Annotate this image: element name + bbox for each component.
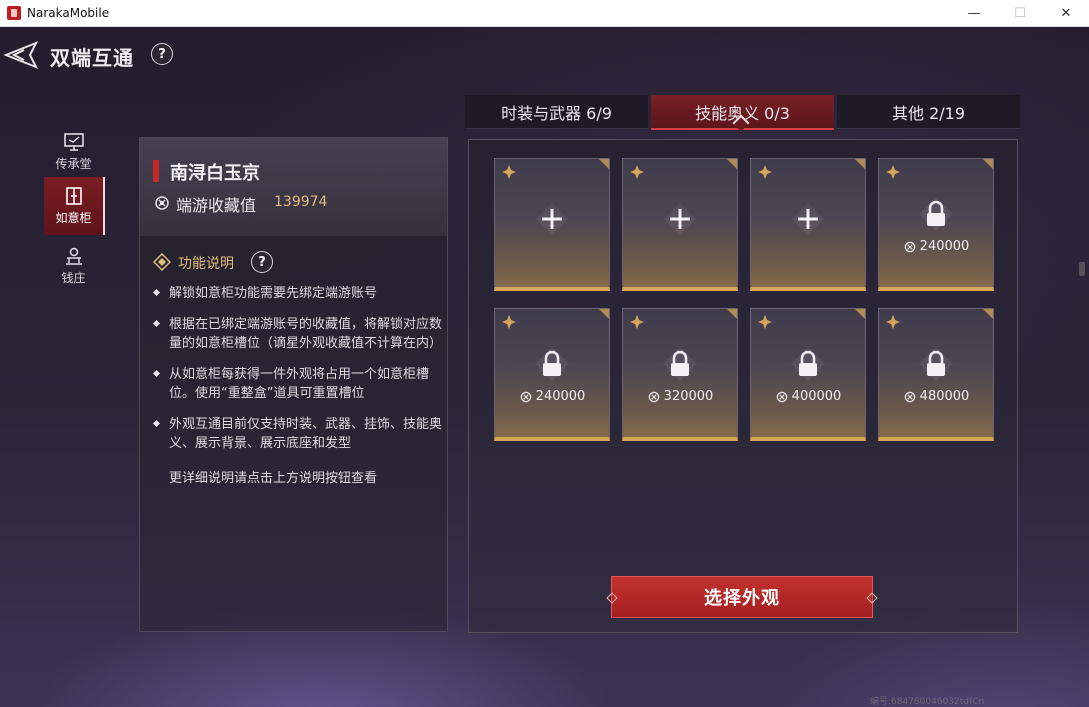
slot-empty[interactable] bbox=[494, 158, 610, 291]
nav-label: 传承堂 bbox=[55, 157, 92, 171]
slot-locked[interactable]: 320000 bbox=[622, 308, 738, 441]
detail-note: 更详细说明请点击上方说明按钮查看 bbox=[169, 471, 378, 486]
side-handle[interactable] bbox=[1079, 262, 1085, 276]
corner-ornament bbox=[855, 159, 865, 169]
star-corner-icon bbox=[630, 315, 644, 329]
slot-locked[interactable]: 400000 bbox=[750, 308, 866, 441]
help-button[interactable]: ? bbox=[151, 43, 173, 65]
app-icon bbox=[7, 6, 21, 20]
lock-icon bbox=[919, 197, 953, 231]
unlock-cost-value: 320000 bbox=[663, 389, 714, 404]
diamond-icon bbox=[153, 253, 171, 271]
lock-icon bbox=[663, 347, 697, 381]
page-title: 双端互通 bbox=[50, 46, 134, 70]
select-appearance-label: 选择外观 bbox=[704, 588, 780, 609]
collection-icon bbox=[776, 391, 787, 402]
nav-label: 如意柜 bbox=[55, 211, 92, 225]
collection-label: 端游收藏值 bbox=[176, 196, 257, 215]
player-name: 南浔白玉京 bbox=[170, 163, 260, 184]
select-appearance-button[interactable]: 选择外观 bbox=[606, 576, 878, 618]
nav-item-bank[interactable]: 钱庄 bbox=[44, 237, 103, 295]
star-corner-icon bbox=[758, 315, 772, 329]
unlock-cost: 240000 bbox=[879, 239, 993, 254]
corner-ornament bbox=[727, 159, 737, 169]
close-button[interactable]: ✕ bbox=[1043, 0, 1089, 26]
nav-item-ruyi-cabinet[interactable]: 如意柜 bbox=[44, 177, 105, 235]
unlock-cost-value: 240000 bbox=[535, 389, 586, 404]
description-item: 外观互通目前仅支持时装、武器、挂饰、技能奥义、展示背景、展示底座和发型 bbox=[153, 415, 443, 453]
unlock-cost: 480000 bbox=[879, 389, 993, 404]
unlock-cost-value: 240000 bbox=[919, 239, 970, 254]
bank-icon bbox=[65, 247, 82, 265]
star-corner-icon bbox=[886, 315, 900, 329]
nav-item-inheritance-hall[interactable]: 传承堂 bbox=[44, 123, 103, 181]
collection-icon bbox=[155, 196, 169, 210]
add-icon bbox=[664, 203, 696, 235]
description-item: 解锁如意柜功能需要先绑定端游账号 bbox=[153, 284, 443, 303]
unlock-cost-value: 400000 bbox=[791, 389, 842, 404]
slot-empty[interactable] bbox=[750, 158, 866, 291]
star-corner-icon bbox=[502, 165, 516, 179]
collection-icon bbox=[904, 391, 915, 402]
lock-icon bbox=[919, 347, 953, 381]
description-item: 从如意柜每获得一件外观将占用一个如意柜槽位。使用“重整盒”道具可重置槽位 bbox=[153, 365, 443, 403]
slot-locked[interactable]: 240000 bbox=[878, 158, 994, 291]
function-description: 解锁如意柜功能需要先绑定端游账号 根据在已绑定端游账号的收藏值，将解锁对应数量的… bbox=[153, 284, 443, 488]
add-icon bbox=[536, 203, 568, 235]
maximize-button[interactable]: ☐ bbox=[997, 0, 1043, 26]
game-scene: 双端互通 ? 传承堂 如意柜 钱庄 南浔白玉京 端游收藏值 139974 功能说… bbox=[0, 27, 1089, 707]
add-icon bbox=[792, 203, 824, 235]
star-corner-icon bbox=[886, 165, 900, 179]
unlock-cost-value: 480000 bbox=[919, 389, 970, 404]
function-help-button[interactable]: ? bbox=[251, 251, 273, 273]
collection-icon bbox=[520, 391, 531, 402]
star-corner-icon bbox=[630, 165, 644, 179]
back-arrow-icon[interactable] bbox=[2, 40, 38, 70]
corner-ornament bbox=[855, 309, 865, 319]
corner-ornament bbox=[599, 159, 609, 169]
lock-icon bbox=[535, 347, 569, 381]
window-title-bar: NarakaMobile — ☐ ✕ bbox=[0, 0, 1089, 27]
slot-locked[interactable]: 480000 bbox=[878, 308, 994, 441]
minimize-button[interactable]: — bbox=[951, 0, 997, 26]
tab-others[interactable]: 其他 2/19 bbox=[837, 95, 1020, 129]
monitor-icon bbox=[63, 133, 84, 151]
watermark-id: 编号:684780046032tdfCn bbox=[870, 697, 985, 707]
corner-ornament bbox=[983, 159, 993, 169]
nav-label: 钱庄 bbox=[61, 271, 86, 285]
tab-skill-ultimate[interactable]: 技能奥义 0/3 bbox=[651, 95, 834, 130]
accent-bar bbox=[153, 160, 159, 182]
collection-icon bbox=[648, 391, 659, 402]
info-panel: 南浔白玉京 端游收藏值 139974 功能说明 ? 解锁如意柜功能需要先绑定端游… bbox=[139, 137, 448, 632]
corner-ornament bbox=[599, 309, 609, 319]
unlock-cost: 320000 bbox=[623, 389, 737, 404]
profile-header: 南浔白玉京 端游收藏值 139974 bbox=[140, 138, 447, 236]
cabinet-icon bbox=[65, 187, 82, 205]
slot-empty[interactable] bbox=[622, 158, 738, 291]
star-corner-icon bbox=[502, 315, 516, 329]
window-title: NarakaMobile bbox=[27, 6, 110, 20]
description-item: 根据在已绑定端游账号的收藏值，将解锁对应数量的如意柜槽位（谪星外观收藏值不计算在… bbox=[153, 315, 443, 353]
unlock-cost: 400000 bbox=[751, 389, 865, 404]
corner-ornament bbox=[727, 309, 737, 319]
collection-icon bbox=[904, 241, 915, 252]
slot-locked[interactable]: 240000 bbox=[494, 308, 610, 441]
collection-value: 139974 bbox=[274, 194, 328, 210]
star-corner-icon bbox=[758, 165, 772, 179]
function-title: 功能说明 bbox=[178, 256, 234, 272]
unlock-cost: 240000 bbox=[495, 389, 609, 404]
lock-icon bbox=[791, 347, 825, 381]
corner-ornament bbox=[983, 309, 993, 319]
tab-fashion-weapons[interactable]: 时装与武器 6/9 bbox=[465, 95, 648, 129]
